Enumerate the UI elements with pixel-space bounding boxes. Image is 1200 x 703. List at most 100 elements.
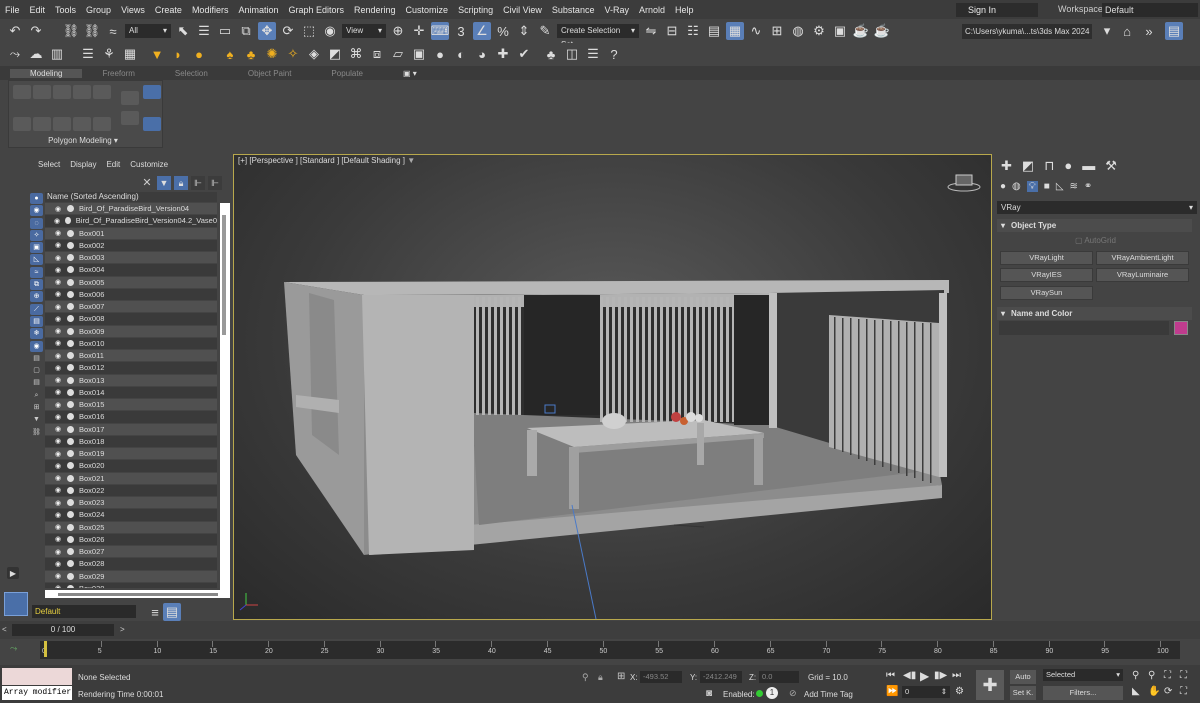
vray-object-icon[interactable]: ◈: [305, 45, 323, 63]
link-icon[interactable]: ⛓: [62, 22, 80, 40]
visibility-eye-icon[interactable]: ◉: [53, 462, 63, 470]
menu-animation[interactable]: Animation: [233, 5, 283, 15]
helpers-category-icon[interactable]: ◺: [1056, 181, 1064, 192]
help-icon[interactable]: ?: [605, 45, 623, 63]
vraylight-button[interactable]: VRayLight: [1000, 251, 1093, 265]
visibility-eye-icon[interactable]: ◉: [53, 278, 63, 286]
edit-poly-icon[interactable]: ☰: [79, 45, 97, 63]
key-mode-icon[interactable]: ⏩: [886, 686, 898, 697]
vray-mesh-light-icon[interactable]: ♣: [242, 45, 260, 63]
zoom-icon[interactable]: ⚲: [1132, 670, 1139, 681]
explorer-scroll-thumb[interactable]: [222, 215, 226, 335]
visibility-eye-icon[interactable]: ◉: [53, 450, 63, 458]
visibility-eye-icon[interactable]: ◉: [53, 290, 63, 298]
vray-luminaire-icon[interactable]: ✧: [284, 45, 302, 63]
zoom-extents-icon[interactable]: ⛶: [1164, 670, 1171, 681]
list-item[interactable]: ◉ Box014: [45, 387, 217, 399]
maxscript-input[interactable]: Array modifier: [2, 686, 72, 700]
vray-material-icon[interactable]: ⚘: [100, 45, 118, 63]
filter-icon[interactable]: ▼: [157, 176, 171, 190]
geometry-filter-icon[interactable]: ◉: [30, 205, 43, 217]
ribbon-button[interactable]: [13, 85, 31, 99]
list-item[interactable]: ◉ Box008: [45, 313, 217, 326]
groups-filter-icon[interactable]: ⧉: [30, 279, 43, 291]
freeze-dot-icon[interactable]: [67, 413, 74, 421]
freeze-dot-icon[interactable]: [67, 266, 74, 274]
mirror-icon[interactable]: ⇋: [642, 22, 660, 40]
project-path-field[interactable]: C:\Users\ykuma\...ts\3ds Max 2024: [962, 24, 1092, 39]
freeze-dot-icon[interactable]: [67, 290, 74, 298]
auto-key-button[interactable]: Auto: [1010, 670, 1036, 684]
freeze-dot-icon[interactable]: [67, 548, 74, 556]
ribbon-button[interactable]: [73, 117, 91, 131]
vray-decal-icon[interactable]: ◕: [473, 45, 491, 63]
vrayluminaire-button[interactable]: VRayLuminaire: [1096, 268, 1189, 282]
list-item[interactable]: ◉ Box018: [45, 436, 217, 448]
orbit-icon[interactable]: ⟳: [1164, 686, 1172, 697]
ribbon-button[interactable]: [13, 117, 31, 131]
more-icon[interactable]: »: [1140, 22, 1158, 40]
shell-icon[interactable]: ▥: [48, 45, 66, 63]
freeze-dot-icon[interactable]: [67, 535, 74, 543]
rendered-frame-icon[interactable]: ▣: [831, 22, 849, 40]
time-tag-icon[interactable]: ⊘: [789, 688, 797, 699]
next-frame-icon[interactable]: ▮▶: [934, 670, 947, 681]
shapes-filter-icon[interactable]: ◌: [30, 217, 43, 229]
percent-snap-icon[interactable]: %: [494, 22, 512, 40]
ribbon-tab-selection[interactable]: Selection: [155, 69, 228, 78]
list-item[interactable]: ◉ Box009: [45, 325, 217, 338]
isolate-icon[interactable]: ⚲: [582, 672, 589, 683]
keyboard-shortcut-icon[interactable]: ⌨: [431, 22, 449, 40]
curve-editor-icon[interactable]: ∿: [747, 22, 765, 40]
freeze-dot-icon[interactable]: [67, 254, 74, 262]
visibility-eye-icon[interactable]: ◉: [53, 401, 63, 409]
visibility-eye-icon[interactable]: ◉: [53, 315, 63, 323]
vray-fur-icon[interactable]: ⌘: [347, 45, 365, 63]
create-tab-icon[interactable]: ✚: [1001, 158, 1012, 174]
freeze-dot-icon[interactable]: [67, 241, 74, 249]
spacewarps-category-icon[interactable]: ≋: [1070, 181, 1078, 192]
layer-save-icon[interactable]: ▤: [163, 603, 181, 621]
bones-filter-icon[interactable]: ⟋: [30, 303, 43, 315]
schematic-view-icon[interactable]: ⊞: [768, 22, 786, 40]
menu-rendering[interactable]: Rendering: [349, 5, 401, 15]
vray-camera-icon[interactable]: ▣: [410, 45, 428, 63]
add-time-tag[interactable]: Add Time Tag: [804, 690, 853, 699]
zoom-extents-all-icon[interactable]: ⛶: [1180, 670, 1187, 681]
vray-check-icon[interactable]: ✔: [515, 45, 533, 63]
ribbon-button[interactable]: [121, 91, 139, 105]
curve-editor-mini-icon[interactable]: ⤳: [10, 643, 17, 654]
slider-next-icon[interactable]: >: [120, 625, 125, 634]
perspective-viewport[interactable]: [233, 154, 992, 620]
all-filter-icon[interactable]: ▤: [30, 353, 43, 364]
select-manipulate-icon[interactable]: ✛: [410, 22, 428, 40]
place-icon[interactable]: ◉: [321, 22, 339, 40]
shapes-category-icon[interactable]: ◍: [1012, 181, 1021, 192]
vraysun-button[interactable]: VRaySun: [1000, 286, 1093, 300]
list-item[interactable]: ◉ Box022: [45, 485, 217, 497]
render-iterative-icon[interactable]: ☕: [873, 22, 891, 40]
freeze-dot-icon[interactable]: [67, 523, 74, 531]
time-slider[interactable]: 0 / 100: [12, 624, 114, 636]
viewport-label[interactable]: [+] [Perspective ] [Standard ] [Default …: [238, 156, 415, 165]
info-icon[interactable]: 1: [766, 687, 778, 699]
hierarchy-icon[interactable]: ⊩: [191, 176, 205, 190]
visibility-eye-icon[interactable]: ◉: [53, 327, 63, 335]
pan-icon[interactable]: ✋: [1148, 686, 1160, 697]
align-icon[interactable]: ⊟: [663, 22, 681, 40]
list-item[interactable]: ◉ Box013: [45, 374, 217, 387]
menu-create[interactable]: Create: [150, 5, 187, 15]
key-filter-dropdown[interactable]: Selected ▾: [1043, 669, 1123, 681]
freeze-dot-icon[interactable]: [67, 327, 74, 335]
vray-vfb-icon[interactable]: ◫: [563, 45, 581, 63]
maximize-viewport-icon[interactable]: ⛶: [1180, 686, 1187, 697]
select-scale-icon[interactable]: ⬚: [300, 22, 318, 40]
pivot-center-icon[interactable]: ⊕: [389, 22, 407, 40]
list-item[interactable]: ◉ Box029: [45, 570, 217, 583]
visibility-eye-icon[interactable]: ◉: [53, 266, 63, 274]
menu-help[interactable]: Help: [670, 5, 699, 15]
redo-icon[interactable]: ↷: [27, 22, 45, 40]
funnel-icon[interactable]: ▼: [30, 414, 43, 425]
select-object-icon[interactable]: ⬉: [174, 22, 192, 40]
object-name-field[interactable]: [999, 321, 1169, 335]
